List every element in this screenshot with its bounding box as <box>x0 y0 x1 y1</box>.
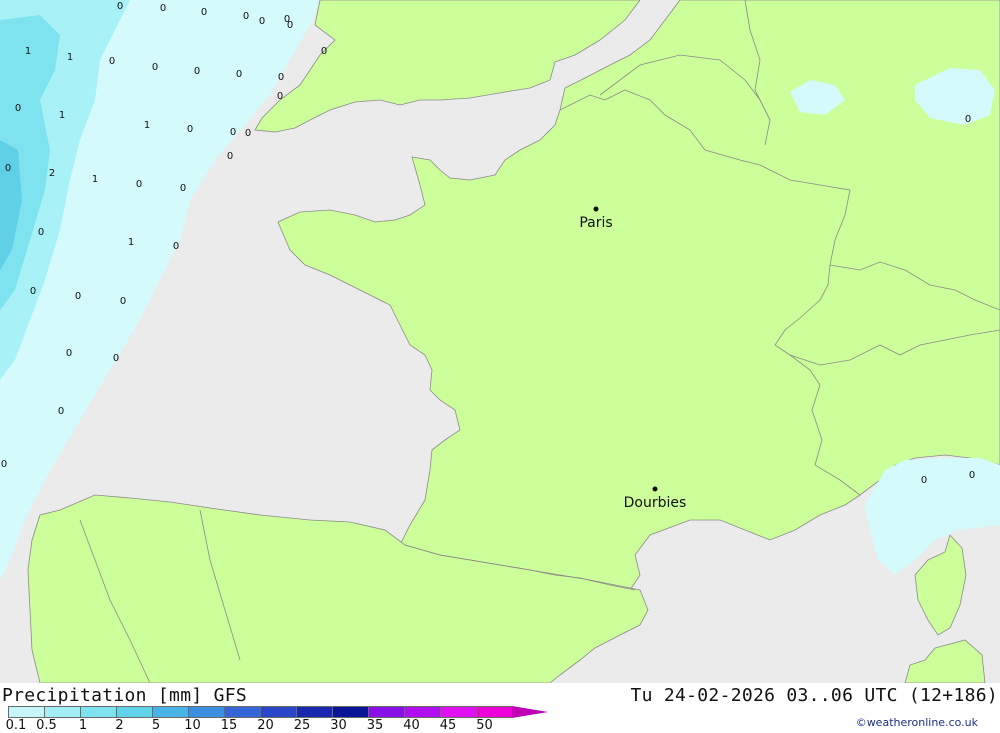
city-marker <box>652 486 658 492</box>
precip-value-label: 0 <box>201 7 207 18</box>
precip-value-label: 0 <box>5 163 11 174</box>
forecast-time: Tu 24-02-2026 03..06 UTC (12+186) <box>630 685 998 706</box>
color-scale-tick-label: 40 <box>403 718 420 733</box>
color-scale-swatch <box>188 706 224 718</box>
precip-value-label: 0 <box>278 72 284 83</box>
precip-value-label: 0 <box>965 114 971 125</box>
color-scale-tick-label: 0.5 <box>36 718 57 733</box>
precip-value-label: 0 <box>15 103 21 114</box>
precip-value-label: 0 <box>180 183 186 194</box>
color-scale-tick-label: 50 <box>476 718 493 733</box>
color-scale-swatch <box>44 706 80 718</box>
precip-value-label: 0 <box>227 151 233 162</box>
precip-value-label: 1 <box>59 110 65 121</box>
precip-value-label: 0 <box>38 227 44 238</box>
color-scale-tick-label: 1 <box>78 718 88 733</box>
color-scale-tick-label: 15 <box>220 718 238 733</box>
precip-value-label: 0 <box>921 475 927 486</box>
color-scale-tick-label: 30 <box>330 718 347 733</box>
precip-value-label: 0 <box>259 16 265 27</box>
color-scale-swatch <box>404 706 440 718</box>
color-scale-swatch <box>8 706 44 718</box>
precip-value-label: 0 <box>109 56 115 67</box>
color-scale-swatch <box>368 706 404 718</box>
precip-value-label: 0 <box>66 348 72 359</box>
precip-value-label: 0 <box>58 406 64 417</box>
precip-value-label: 1 <box>144 120 150 131</box>
color-scale-swatch <box>332 706 368 718</box>
color-scale-tick-label: 45 <box>439 718 457 733</box>
color-scale-swatch <box>296 706 332 718</box>
color-scale-swatch <box>116 706 152 718</box>
precip-value-label: 0 <box>187 124 193 135</box>
precip-value-label: 0 <box>230 127 236 138</box>
precip-value-label: 0 <box>245 128 251 139</box>
precip-value-label: 0 <box>75 291 81 302</box>
color-scale-swatch <box>224 706 260 718</box>
precip-value-label: 1 <box>128 237 134 248</box>
precip-value-label: 0 <box>321 46 327 57</box>
precip-value-label: 0 <box>277 91 283 102</box>
precip-value-label: 0 <box>969 470 975 481</box>
precip-value-label: 0 <box>173 241 179 252</box>
precip-value-label: 0 <box>113 353 119 364</box>
precip-value-label: 0 <box>136 179 142 190</box>
city-label: Paris <box>579 215 612 231</box>
precip-value-label: 1 <box>25 46 31 57</box>
map-canvas: 0 0 0 0 00110 0 0 0011 0 00 21 0 001 00 0 00 00000 000 000… <box>0 0 1000 683</box>
precip-value-label: 2 <box>49 168 55 179</box>
precip-value-label: 0 <box>287 20 293 31</box>
credit-link[interactable]: ©weatheronline.co.uk <box>856 716 978 729</box>
precip-value-label: 0 <box>152 62 158 73</box>
precip-value-label: 0 <box>160 3 166 14</box>
color-scale-swatch <box>260 706 296 718</box>
color-scale-tick-label: 2 <box>115 718 124 733</box>
city-label: Dourbies <box>624 495 687 511</box>
precip-value-label: 0 <box>120 296 126 307</box>
precip-value-label: 0 <box>236 69 242 80</box>
precip-value-label: 1 <box>92 174 98 185</box>
color-scale-swatch <box>440 706 476 718</box>
legend-title: Precipitation [mm] GFS <box>2 685 248 706</box>
color-scale-tick-label: 0.1 <box>5 718 27 733</box>
color-scale-tick-label: 35 <box>366 718 384 733</box>
precip-value-label: 0 <box>30 286 36 297</box>
color-scale-swatch <box>80 706 116 718</box>
precipitation-map[interactable]: 0000001100000110002100010000000000000000… <box>0 0 1000 683</box>
color-scale-swatch <box>476 706 512 718</box>
color-scale-ticks: 0.1 0.5 1 2 5 10 15 20 25 30 35 40 45 50 <box>0 718 560 733</box>
precip-value-label: 0 <box>194 66 200 77</box>
precip-value-label: 0 <box>1 459 7 470</box>
color-scale-tick-label: 5 <box>151 718 161 733</box>
color-scale-tick-label: 10 <box>184 718 201 733</box>
color-scale-arrow <box>512 706 548 718</box>
precip-value-label: 1 <box>67 52 73 63</box>
precip-value-label: 0 <box>243 11 249 22</box>
color-scale-tick-label: 20 <box>257 718 274 733</box>
precip-value-label: 0 <box>117 1 123 12</box>
color-scale-bar <box>8 706 548 718</box>
city-marker <box>593 206 599 212</box>
color-scale-swatch <box>152 706 188 718</box>
color-scale-tick-label: 25 <box>293 718 311 733</box>
